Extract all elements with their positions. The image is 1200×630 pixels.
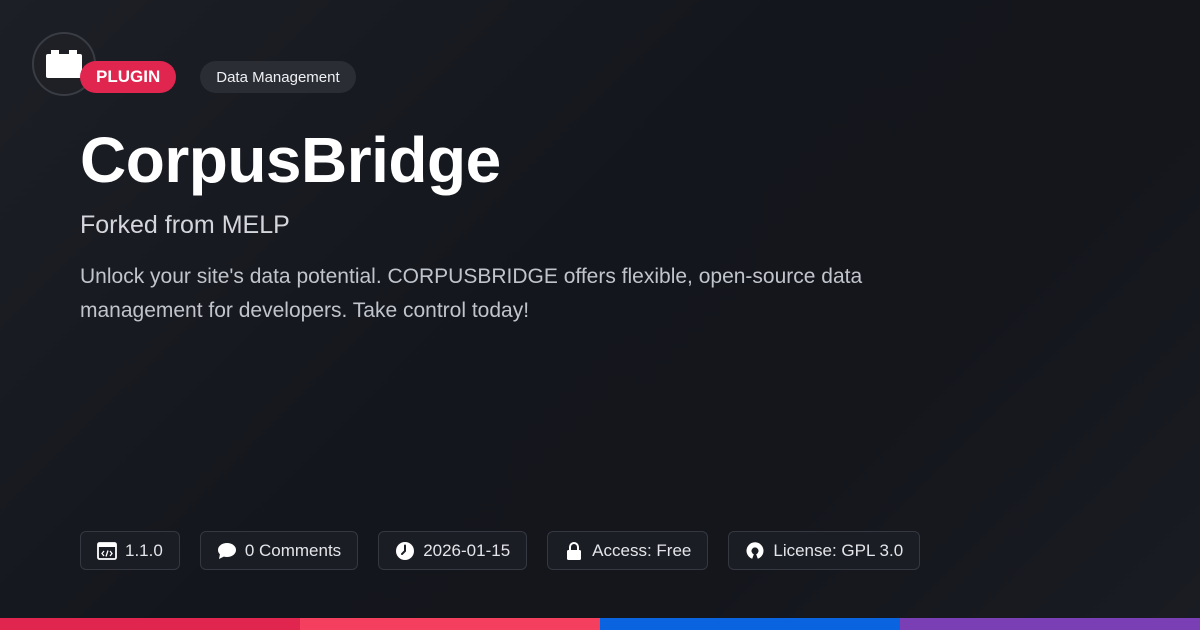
type-badge[interactable]: PLUGIN xyxy=(80,61,177,93)
accent-stripe-segment xyxy=(0,618,300,630)
date-chip[interactable]: 2026-01-15 xyxy=(378,531,528,570)
forked-from-subtitle: Forked from MELP xyxy=(80,211,290,239)
code-window-icon xyxy=(97,541,117,561)
plugin-block-icon xyxy=(46,50,82,78)
version-chip[interactable]: 1.1.0 xyxy=(80,531,180,570)
access-label: Access: Free xyxy=(592,540,692,560)
accent-stripe-segment xyxy=(300,618,600,630)
date-label: 2026-01-15 xyxy=(423,540,511,560)
accent-stripe-segment xyxy=(900,618,1200,630)
accent-stripe-segment xyxy=(600,618,900,630)
page-title: CorpusBridge xyxy=(80,124,501,196)
meta-row: 1.1.0 0 Comments 2026-01-15 Access: Free xyxy=(80,531,921,570)
lock-icon xyxy=(564,541,584,561)
access-chip[interactable]: Access: Free xyxy=(547,531,709,570)
license-chip[interactable]: License: GPL 3.0 xyxy=(728,531,921,570)
badge-row: PLUGIN Data Management xyxy=(80,61,356,93)
comments-chip[interactable]: 0 Comments xyxy=(199,531,359,570)
license-label: License: GPL 3.0 xyxy=(773,540,904,560)
speech-bubble-icon xyxy=(217,541,237,561)
category-badge[interactable]: Data Management xyxy=(200,61,356,93)
plugin-description: Unlock your site's data potential. CORPU… xyxy=(80,265,863,322)
accent-stripe xyxy=(0,618,1200,630)
comments-label: 0 Comments xyxy=(244,540,342,560)
version-label: 1.1.0 xyxy=(125,540,163,560)
open-source-icon xyxy=(745,541,765,561)
clock-icon xyxy=(395,541,415,561)
